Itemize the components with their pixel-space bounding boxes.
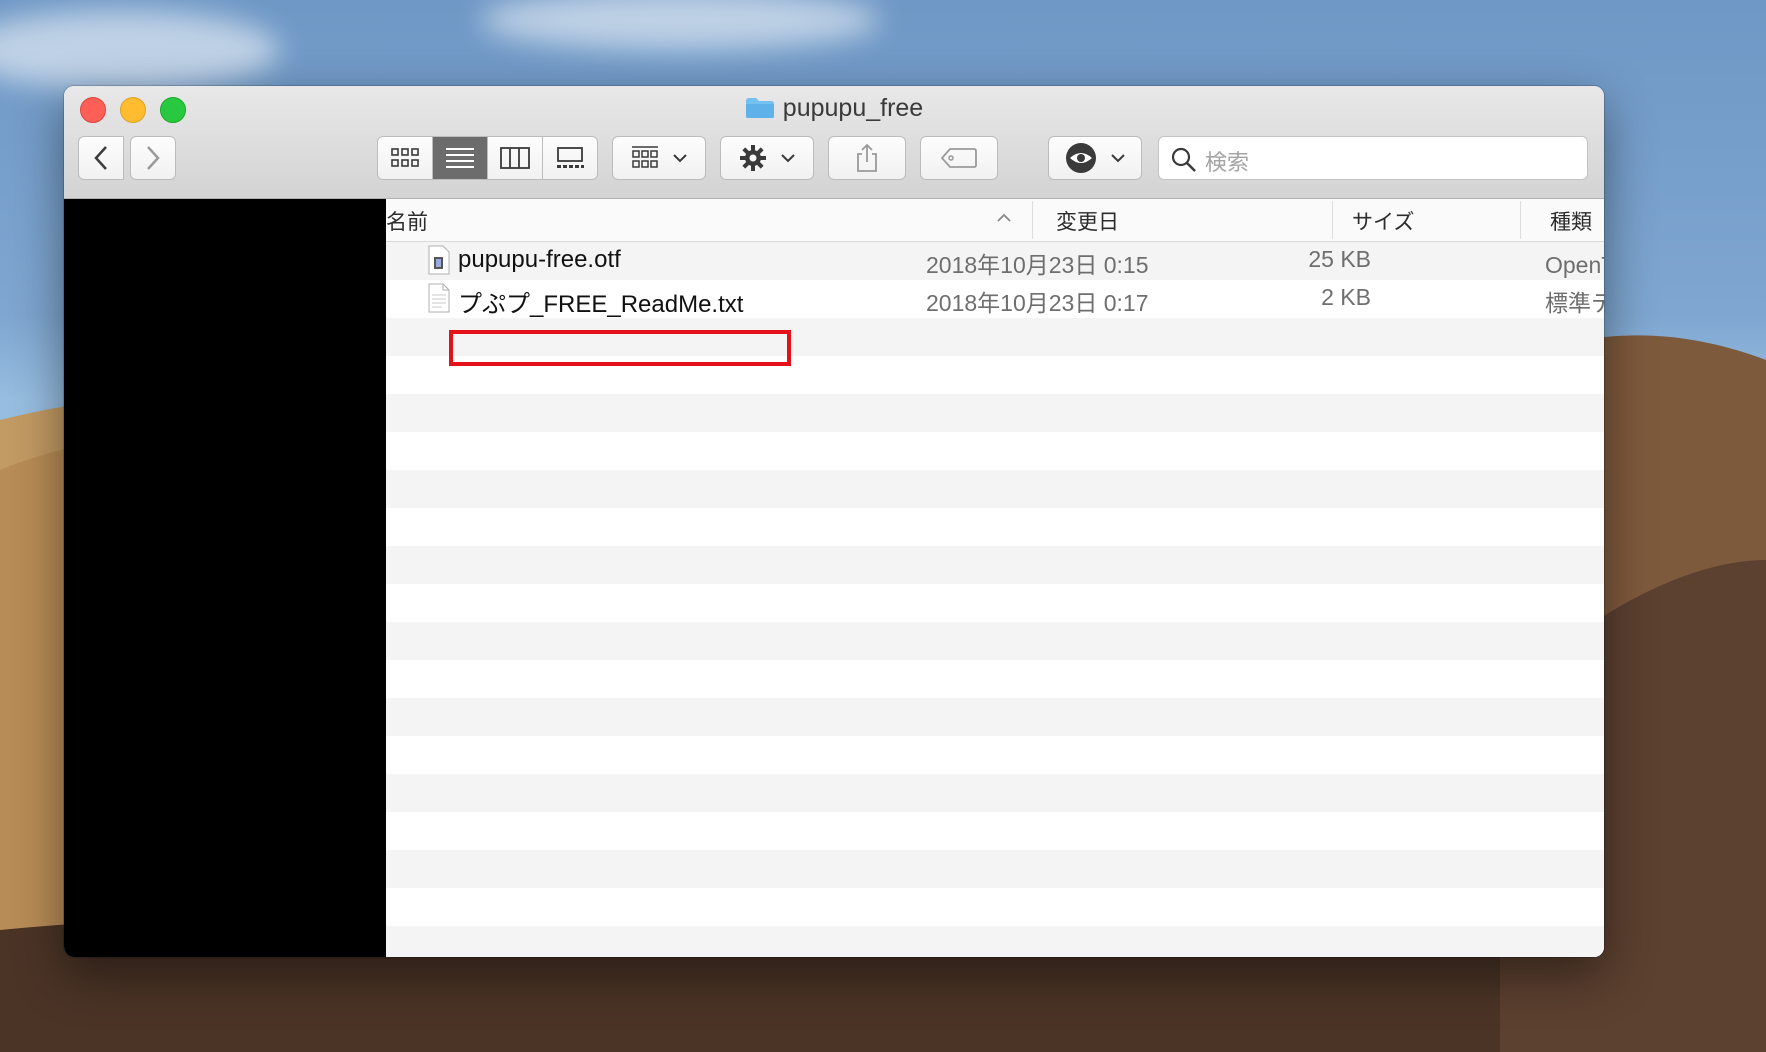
grid-icon [391,148,419,167]
window-title-text: pupupu_free [782,94,924,122]
back-button[interactable] [78,136,124,180]
search-icon [1171,147,1196,172]
chevron-right-icon [147,146,160,170]
highlight-box [449,330,791,366]
file-kind: OpenT...フォ [1545,252,1604,278]
column-header-kind[interactable]: 種類 [1550,206,1592,236]
window-title: pupupu_free [64,94,1604,123]
file-size: 25 KB [1308,246,1371,272]
column-separator[interactable] [1032,201,1033,239]
column-header-name[interactable]: 名前 [386,206,428,236]
empty-row [386,546,1604,584]
list-icon [446,148,474,168]
group-by-button[interactable] [612,136,706,180]
sort-ascending-icon[interactable] [997,213,1011,222]
quick-look-button[interactable] [1048,136,1142,180]
empty-row [386,394,1604,432]
file-kind: 標準テキスト [1545,290,1604,316]
file-size: 2 KB [1321,284,1371,310]
column-header-size[interactable]: サイズ [1352,206,1414,236]
tags-button[interactable] [920,136,998,180]
column-view-button[interactable] [488,137,543,179]
file-modified: 2018年10月23日 0:17 [926,290,1149,316]
empty-row [386,774,1604,812]
share-icon [857,143,877,172]
chevron-left-icon [94,146,107,170]
action-button[interactable] [720,136,814,180]
file-modified: 2018年10月23日 0:15 [926,252,1149,278]
finder-window: pupupu_free 検索 名前 変更日 サイズ 種類 pupupu-free… [64,86,1604,957]
font-file-icon [428,245,450,275]
empty-row [386,850,1604,888]
text-file-icon [428,283,450,313]
empty-row [386,470,1604,508]
gear-icon [740,145,766,171]
gallery-icon [557,147,584,168]
file-name[interactable]: pupupu-free.otf [458,246,621,274]
search-placeholder: 検索 [1205,151,1250,176]
empty-row [386,698,1604,736]
sidebar-redacted [64,199,386,957]
chevron-down-icon [673,153,687,162]
file-name[interactable]: プぷプ_FREE_ReadMe.txt [458,284,743,319]
view-mode-control[interactable] [377,136,598,180]
list-header: 名前 変更日 サイズ 種類 [386,199,1604,242]
empty-row [386,926,1604,957]
tag-icon [941,148,977,168]
share-button[interactable] [828,136,906,180]
group-grid-icon [632,146,658,168]
gallery-view-button[interactable] [543,137,597,179]
column-separator[interactable] [1332,201,1333,239]
file-list[interactable]: 名前 変更日 サイズ 種類 pupupu-free.otf 2018年10月23… [386,199,1604,957]
titlebar: pupupu_free 検索 [64,86,1604,199]
column-header-modified[interactable]: 変更日 [1056,206,1119,236]
column-separator[interactable] [1520,201,1521,239]
search-field[interactable]: 検索 [1158,136,1588,180]
eye-icon [1066,143,1096,173]
file-row[interactable]: pupupu-free.otf 2018年10月23日 0:15 25 KB O… [386,242,1604,280]
list-view-button[interactable] [433,137,488,179]
chevron-down-icon [781,153,795,162]
folder-icon [745,98,774,118]
forward-button[interactable] [130,136,176,180]
columns-icon [500,147,530,169]
chevron-down-icon [1111,153,1125,162]
file-row[interactable]: プぷプ_FREE_ReadMe.txt 2018年10月23日 0:17 2 K… [386,280,1604,318]
empty-row [386,622,1604,660]
icon-view-button[interactable] [378,137,433,179]
